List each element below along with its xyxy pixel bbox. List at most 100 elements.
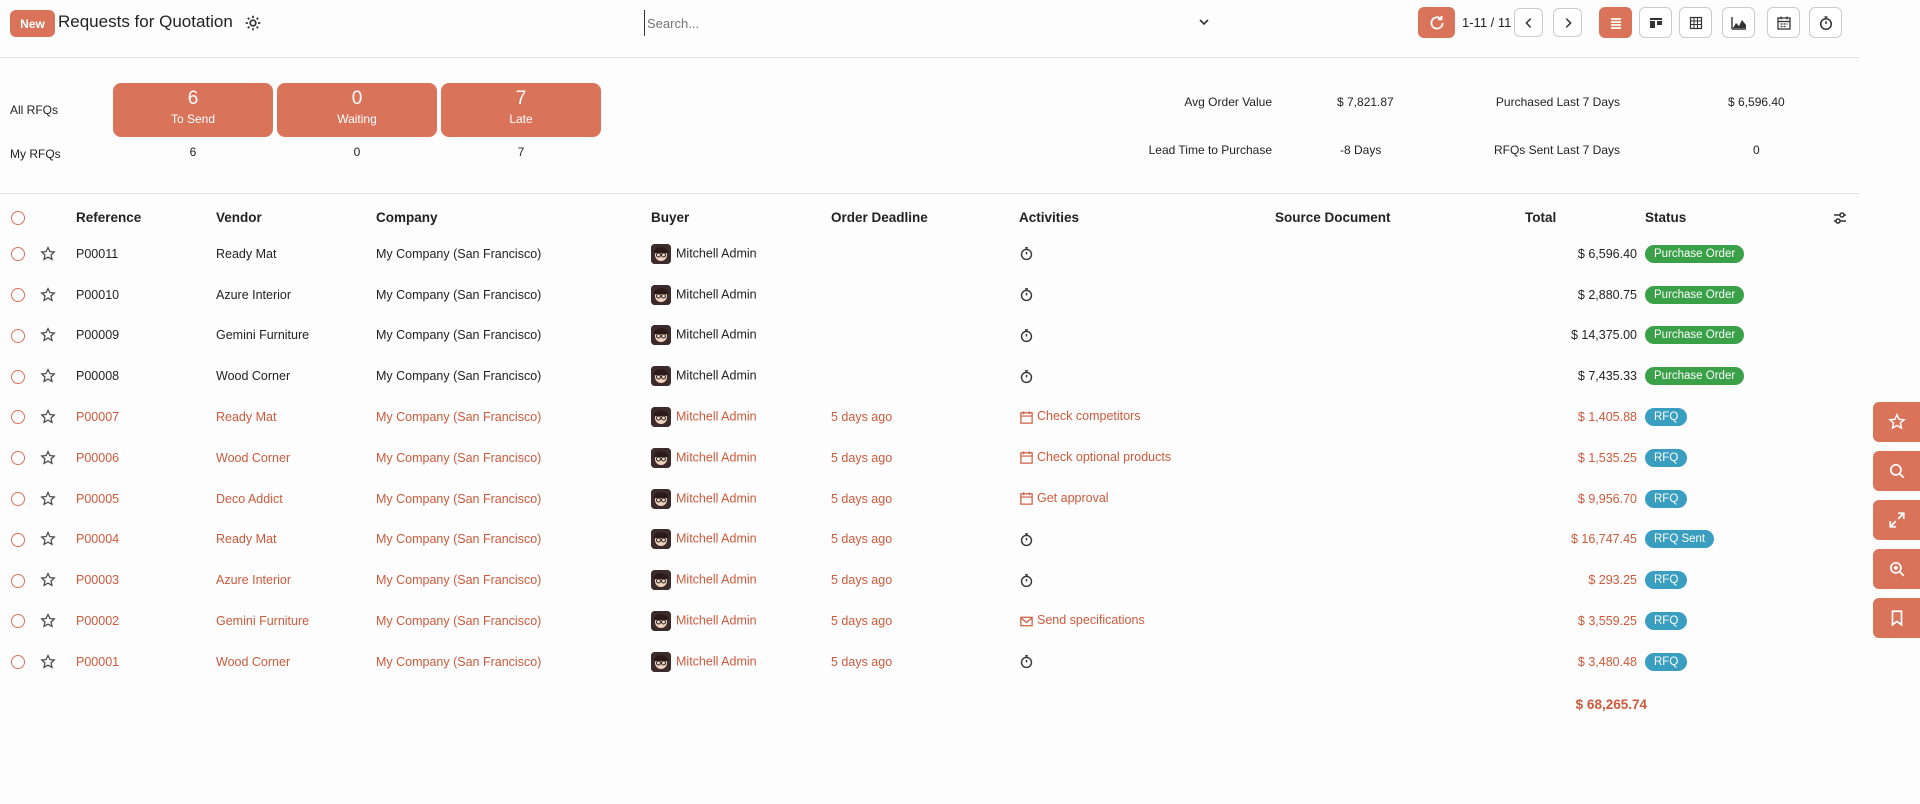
row-checkbox[interactable] <box>11 573 25 588</box>
late-card[interactable]: 7 Late <box>441 83 601 137</box>
row-activities[interactable] <box>1019 233 1275 274</box>
chevron-down-icon[interactable] <box>1196 14 1212 30</box>
row-checkbox[interactable] <box>11 410 25 425</box>
row-checkbox[interactable] <box>11 451 25 466</box>
pager-next-button[interactable] <box>1553 8 1582 37</box>
envelope-icon[interactable] <box>1019 614 1034 629</box>
column-order-deadline[interactable]: Order Deadline <box>831 202 1019 233</box>
gear-icon[interactable] <box>244 14 262 32</box>
table-row[interactable]: P00004 Ready Mat My Company (San Francisco… <box>0 519 1860 560</box>
graph-view-button[interactable] <box>1722 7 1755 38</box>
row-checkbox[interactable] <box>11 247 25 262</box>
table-row[interactable]: P00010 Azure Interior My Company (San Fran… <box>0 274 1860 315</box>
side-favorite-button[interactable] <box>1873 402 1920 442</box>
row-checkbox[interactable] <box>11 287 25 302</box>
calendar-view-button[interactable] <box>1767 7 1800 38</box>
column-activities[interactable]: Activities <box>1019 202 1275 233</box>
calendar-icon[interactable] <box>1019 450 1034 465</box>
table-row[interactable]: P00001 Wood Corner My Company (San Francis… <box>0 641 1860 682</box>
my-waiting-count[interactable]: 0 <box>277 145 437 159</box>
pivot-view-button[interactable] <box>1679 7 1712 38</box>
star-icon[interactable] <box>40 368 56 384</box>
column-buyer[interactable]: Buyer <box>651 202 831 233</box>
search-input[interactable] <box>644 10 1214 36</box>
star-icon[interactable] <box>40 490 56 507</box>
avatar[interactable] <box>651 284 671 305</box>
table-row[interactable]: P00008 Wood Corner My Company (San Francis… <box>0 356 1860 397</box>
clock-icon[interactable] <box>1019 532 1034 547</box>
refresh-button[interactable] <box>1418 7 1455 38</box>
column-vendor[interactable]: Vendor <box>216 202 376 233</box>
row-checkbox[interactable] <box>11 655 25 670</box>
side-search-button[interactable] <box>1873 451 1920 491</box>
my-late-count[interactable]: 7 <box>441 145 601 159</box>
column-total[interactable]: Total <box>1525 202 1645 233</box>
row-activities[interactable] <box>1019 315 1275 356</box>
table-row[interactable]: P00003 Azure Interior My Company (San Fran… <box>0 560 1860 601</box>
row-checkbox[interactable] <box>11 532 25 547</box>
my-to-send-count[interactable]: 6 <box>113 145 273 159</box>
avatar[interactable] <box>651 611 671 631</box>
table-row[interactable]: P00009 Gemini Furniture My Company (San Fr… <box>0 315 1860 356</box>
avatar[interactable] <box>651 407 671 428</box>
avatar[interactable] <box>651 366 671 387</box>
side-expand-button[interactable] <box>1873 500 1920 540</box>
table-row[interactable]: P00002 Gemini Furniture My Company (San Fr… <box>0 601 1860 642</box>
star-icon[interactable] <box>40 327 56 343</box>
row-checkbox[interactable] <box>11 369 25 384</box>
table-row[interactable]: P00006 Wood Corner My Company (San Francis… <box>0 437 1860 478</box>
star-icon[interactable] <box>40 531 56 547</box>
row-activities[interactable] <box>1019 519 1275 560</box>
star-icon[interactable] <box>40 653 56 670</box>
side-zoom-button[interactable] <box>1873 549 1920 589</box>
star-icon[interactable] <box>40 286 56 303</box>
clock-icon[interactable] <box>1019 246 1034 261</box>
avatar[interactable] <box>651 325 671 346</box>
row-activities[interactable] <box>1019 641 1275 682</box>
new-button[interactable]: New <box>10 10 55 37</box>
clock-icon[interactable] <box>1019 654 1034 669</box>
waiting-card[interactable]: 0 Waiting <box>277 83 437 137</box>
pager-value[interactable]: 1-11 / 11 <box>1462 15 1511 30</box>
avatar[interactable] <box>651 570 671 591</box>
table-row[interactable]: P00005 Deco Addict My Company (San Francis… <box>0 478 1860 519</box>
row-activities[interactable]: Send specifications <box>1019 601 1275 642</box>
row-checkbox[interactable] <box>11 614 25 629</box>
calendar-icon[interactable] <box>1019 491 1034 506</box>
column-settings-icon[interactable] <box>1832 210 1848 226</box>
activity-view-button[interactable] <box>1809 7 1842 38</box>
row-activities[interactable] <box>1019 560 1275 601</box>
avatar[interactable] <box>651 529 671 550</box>
column-reference[interactable]: Reference <box>76 202 216 233</box>
row-checkbox[interactable] <box>11 328 25 343</box>
row-activities[interactable]: Get approval <box>1019 478 1275 519</box>
row-checkbox[interactable] <box>11 491 25 506</box>
clock-icon[interactable] <box>1019 573 1034 588</box>
avatar[interactable] <box>651 243 671 264</box>
star-icon[interactable] <box>40 245 56 262</box>
clock-icon[interactable] <box>1019 369 1034 384</box>
avatar[interactable] <box>651 488 671 509</box>
star-icon[interactable] <box>40 449 56 466</box>
table-row[interactable]: P00011 Ready Mat My Company (San Francisco… <box>0 233 1860 274</box>
row-activities[interactable]: Check optional products <box>1019 437 1275 478</box>
list-view-button[interactable] <box>1599 7 1632 38</box>
kanban-view-button[interactable] <box>1639 7 1672 38</box>
row-activities[interactable] <box>1019 356 1275 397</box>
calendar-icon[interactable] <box>1019 410 1034 425</box>
select-all-checkbox[interactable] <box>11 211 25 226</box>
avatar[interactable] <box>651 651 671 672</box>
clock-icon[interactable] <box>1019 287 1034 302</box>
column-status[interactable]: Status <box>1645 202 1835 233</box>
side-bookmark-button[interactable] <box>1873 598 1920 638</box>
to-send-card[interactable]: 6 To Send <box>113 83 273 137</box>
column-source-document[interactable]: Source Document <box>1275 202 1525 233</box>
row-activities[interactable] <box>1019 274 1275 315</box>
star-icon[interactable] <box>40 572 56 588</box>
star-icon[interactable] <box>40 409 56 425</box>
row-activities[interactable]: Check competitors <box>1019 397 1275 438</box>
star-icon[interactable] <box>40 613 56 629</box>
avatar[interactable] <box>651 447 671 468</box>
pager-previous-button[interactable] <box>1514 8 1543 37</box>
table-row[interactable]: P00007 Ready Mat My Company (San Francisco… <box>0 397 1860 438</box>
